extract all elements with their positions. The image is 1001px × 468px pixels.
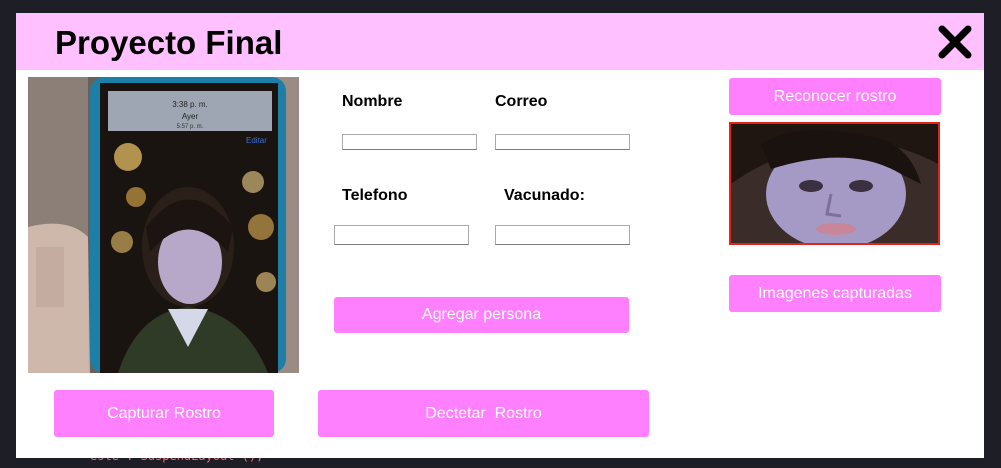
vacunado-field[interactable] xyxy=(495,225,630,245)
close-button[interactable] xyxy=(936,23,974,61)
reconocer-rostro-button[interactable]: Reconocer rostro xyxy=(729,78,941,115)
phone-edit: Editar xyxy=(246,136,267,145)
capturar-rostro-button[interactable]: Capturar Rostro xyxy=(54,390,274,437)
phone-time: 3:38 p. m. xyxy=(172,100,208,109)
camera-feed-image: 3:38 p. m. Ayer 5:57 p. m. Editar xyxy=(28,77,299,373)
detectar-rostro-button[interactable]: Dectetar Rostro xyxy=(318,390,649,437)
correo-field[interactable] xyxy=(495,134,630,150)
app-window: Proyecto Final 3:38 p. m. Ayer 5:57 p. m… xyxy=(16,13,984,458)
close-x-icon xyxy=(938,25,972,59)
nombre-label: Nombre xyxy=(342,93,403,110)
vacunado-label: Vacunado: xyxy=(504,187,585,204)
telefono-label: Telefono xyxy=(342,187,408,204)
agregar-persona-button[interactable]: Agregar persona xyxy=(334,297,629,333)
imagenes-capturadas-button[interactable]: Imagenes capturadas xyxy=(729,275,941,312)
nombre-field[interactable] xyxy=(342,134,477,150)
window-title: Proyecto Final xyxy=(55,24,283,61)
title-bar: Proyecto Final xyxy=(16,13,984,70)
correo-label: Correo xyxy=(495,93,548,110)
telefono-field[interactable] xyxy=(334,225,469,245)
recognized-face-image xyxy=(729,122,940,245)
phone-sub: 5:57 p. m. xyxy=(177,124,204,130)
phone-contact: Ayer xyxy=(182,112,199,121)
